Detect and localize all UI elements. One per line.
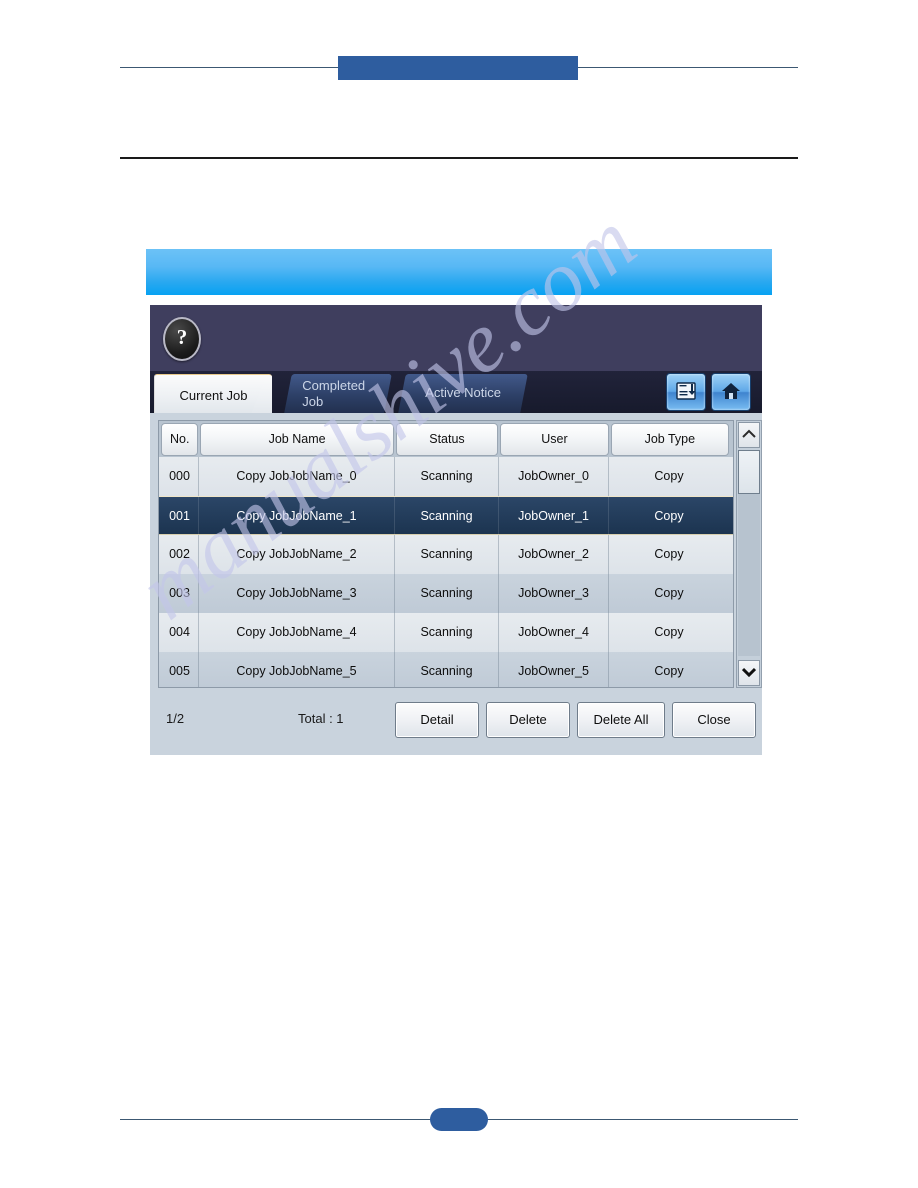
tab-active-notice[interactable]: Active Notice xyxy=(398,374,528,413)
cell-no: 003 xyxy=(161,574,199,613)
tab-current-job-label: Current Job xyxy=(179,388,248,403)
cell-user: JobOwner_1 xyxy=(499,497,609,534)
cell-status: Scanning xyxy=(395,535,499,574)
tab-completed-job[interactable]: Completed Job xyxy=(284,374,392,413)
cell-status: Scanning xyxy=(395,613,499,652)
tab-active-notice-label: Active Notice xyxy=(425,385,502,400)
cell-job-name: Copy JobJobName_5 xyxy=(199,652,395,687)
cell-user: JobOwner_2 xyxy=(499,535,609,574)
table-scrollbar[interactable] xyxy=(736,420,762,688)
panel-footer: 1/2 Total : 1 Detail Delete Delete All C… xyxy=(150,693,762,755)
table-row[interactable]: 003 Copy JobJobName_3 Scanning JobOwner_… xyxy=(159,574,733,613)
cell-job-type: Copy xyxy=(654,547,684,561)
job-table: No. Job Name Status User Job Type 000 Co… xyxy=(158,420,734,688)
chevron-down-icon xyxy=(741,664,757,681)
table-row[interactable]: 004 Copy JobJobName_4 Scanning JobOwner_… xyxy=(159,613,733,652)
table-row[interactable]: 002 Copy JobJobName_2 Scanning JobOwner_… xyxy=(159,535,733,574)
device-control-panel: ? Current Job Completed Job Active Notic… xyxy=(150,305,762,755)
cell-no: 002 xyxy=(161,535,199,574)
page-indicator: 1/2 xyxy=(166,711,185,726)
panel-header: ? xyxy=(150,305,762,372)
caption-banner xyxy=(146,249,772,295)
table-header-row: No. Job Name Status User Job Type xyxy=(159,421,733,457)
page-header-section-tab xyxy=(338,56,578,80)
chevron-up-icon xyxy=(742,426,756,443)
scroll-up-button[interactable] xyxy=(738,422,760,448)
delete-button[interactable]: Delete xyxy=(486,702,570,738)
cell-job-type: Copy xyxy=(654,664,684,678)
cell-job-type: Copy xyxy=(654,586,684,600)
cell-user: JobOwner_0 xyxy=(499,457,609,496)
cell-user: JobOwner_3 xyxy=(499,574,609,613)
column-header-job-type[interactable]: Job Type xyxy=(610,423,729,456)
column-header-job-name[interactable]: Job Name xyxy=(200,423,394,456)
page-title-rule xyxy=(120,157,798,159)
table-row-selected[interactable]: 001 Copy JobJobName_1 Scanning JobOwner_… xyxy=(159,496,733,535)
cell-no: 000 xyxy=(161,457,199,496)
table-row[interactable]: 000 Copy JobJobName_0 Scanning JobOwner_… xyxy=(159,457,733,496)
cell-job-type: Copy xyxy=(654,625,684,639)
table-row[interactable]: 005 Copy JobJobName_5 Scanning JobOwner_… xyxy=(159,652,733,687)
column-header-no[interactable]: No. xyxy=(161,423,199,456)
cell-no: 004 xyxy=(161,613,199,652)
save-to-document-icon xyxy=(667,380,705,402)
cell-user: JobOwner_4 xyxy=(499,613,609,652)
cell-user: JobOwner_5 xyxy=(499,652,609,687)
cell-job-name: Copy JobJobName_3 xyxy=(199,574,395,613)
help-icon[interactable]: ? xyxy=(163,317,201,361)
column-header-user[interactable]: User xyxy=(500,423,609,456)
tab-completed-job-label: Completed Job xyxy=(302,378,366,409)
total-count-label: Total : 1 xyxy=(298,711,344,726)
cell-no: 001 xyxy=(161,497,199,534)
column-header-status[interactable]: Status xyxy=(395,423,499,456)
tab-current-job[interactable]: Current Job xyxy=(154,374,272,413)
scrollbar-track[interactable] xyxy=(738,450,760,656)
close-button[interactable]: Close xyxy=(672,702,756,738)
page-number-badge xyxy=(430,1108,488,1131)
home-icon xyxy=(712,380,750,402)
cell-job-name: Copy JobJobName_1 xyxy=(199,497,395,534)
detail-button[interactable]: Detail xyxy=(395,702,479,738)
cell-job-name: Copy JobJobName_4 xyxy=(199,613,395,652)
cell-status: Scanning xyxy=(395,457,499,496)
scrollbar-thumb[interactable] xyxy=(738,450,760,494)
cell-status: Scanning xyxy=(395,652,499,687)
cell-status: Scanning xyxy=(395,497,499,534)
delete-all-button[interactable]: Delete All xyxy=(577,702,665,738)
save-to-document-button[interactable] xyxy=(666,373,706,411)
home-button[interactable] xyxy=(711,373,751,411)
cell-job-type: Copy xyxy=(654,509,684,523)
cell-no: 005 xyxy=(161,652,199,687)
cell-job-name: Copy JobJobName_2 xyxy=(199,535,395,574)
cell-job-type: Copy xyxy=(654,469,684,483)
table-body: 000 Copy JobJobName_0 Scanning JobOwner_… xyxy=(159,457,733,687)
cell-job-name: Copy JobJobName_0 xyxy=(199,457,395,496)
scroll-down-button[interactable] xyxy=(738,660,760,686)
cell-status: Scanning xyxy=(395,574,499,613)
